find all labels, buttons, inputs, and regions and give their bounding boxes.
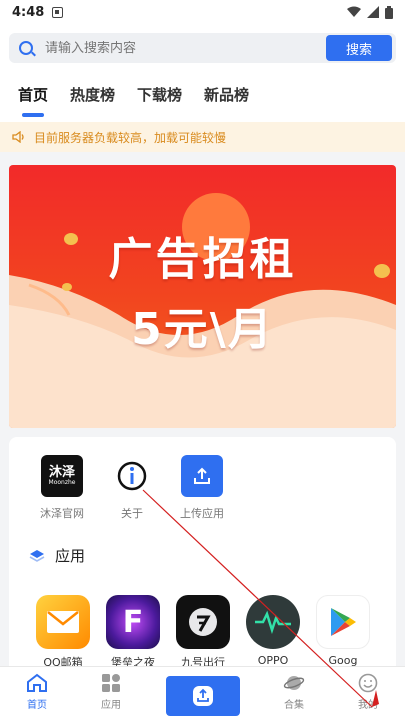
app-list: QQ邮箱 F 堡垒之夜 九号出行 OPPO Goog	[9, 595, 396, 669]
app-item-ninebot[interactable]: 九号出行	[168, 595, 238, 670]
upload-icon	[193, 686, 213, 706]
category-tabs: 首页 热度榜 下载榜 新品榜	[0, 72, 405, 122]
quick-about[interactable]: 关于	[102, 455, 162, 521]
tab-new[interactable]: 新品榜	[204, 84, 249, 111]
apps-grid-icon	[102, 674, 120, 692]
nav-label: 应用	[101, 700, 121, 711]
oppo-health-icon	[246, 595, 300, 649]
nav-mine[interactable]: 我的	[338, 673, 398, 711]
notice-text: 目前服务器负载较高，加载可能较慢	[34, 130, 227, 145]
search-bar: 搜索	[9, 33, 396, 63]
status-icons	[347, 5, 393, 19]
banner-title: 广告招租	[108, 234, 297, 285]
fortnite-icon: F	[106, 595, 160, 649]
tab-home[interactable]: 首页	[18, 84, 48, 111]
section-title: 应用	[55, 547, 86, 565]
speaker-icon	[12, 131, 26, 143]
quick-label: 上传应用	[180, 507, 224, 520]
sim-icon	[52, 6, 64, 18]
bottom-nav: 首页 应用 合集 我的	[0, 666, 405, 720]
home-icon	[27, 673, 47, 692]
app-item-oppo[interactable]: OPPO	[238, 595, 308, 667]
app-item-qqmail[interactable]: QQ邮箱	[28, 595, 98, 670]
banner-price: 5元\月	[131, 304, 274, 355]
app-item-fortnite[interactable]: F 堡垒之夜	[98, 595, 168, 670]
nav-home[interactable]: 首页	[7, 673, 67, 711]
status-bar: 4:48	[0, 0, 405, 24]
content-card: 沐泽 Moonzhe 沐泽官网 关于 上传应用 应用 QQ邮箱 F 堡垒之夜 九…	[9, 437, 396, 687]
app-item-google-play[interactable]: Goog	[308, 595, 378, 667]
info-icon	[111, 455, 153, 497]
quick-label: 沐泽官网	[40, 507, 84, 520]
ninebot-icon	[176, 595, 230, 649]
google-play-icon	[316, 595, 370, 649]
apps-section-header: 应用	[29, 545, 85, 566]
tab-downloads[interactable]: 下载榜	[137, 84, 182, 111]
search-icon	[19, 41, 33, 55]
tab-hot[interactable]: 热度榜	[70, 84, 115, 111]
moonzhe-logo-icon: 沐泽 Moonzhe	[41, 455, 83, 497]
layers-icon	[29, 549, 45, 562]
mail-icon	[36, 595, 90, 649]
quick-upload-app[interactable]: 上传应用	[172, 455, 232, 521]
nav-apps[interactable]: 应用	[81, 673, 141, 711]
nav-collection[interactable]: 合集	[264, 673, 324, 711]
nav-label: 首页	[27, 700, 47, 711]
signal-icon	[367, 6, 379, 18]
nav-label: 合集	[284, 700, 304, 711]
upload-button[interactable]	[166, 676, 240, 716]
quick-label: 关于	[121, 507, 143, 520]
planet-icon	[283, 676, 305, 690]
battery-icon	[385, 5, 393, 19]
notice-bar: 目前服务器负载较高，加载可能较慢	[0, 122, 405, 152]
upload-icon	[181, 455, 223, 497]
nav-label: 我的	[358, 700, 378, 711]
search-area: 搜索	[0, 24, 405, 72]
smiley-icon	[358, 673, 378, 693]
search-input[interactable]	[45, 40, 326, 56]
ad-banner[interactable]: 广告招租 5元\月	[9, 165, 396, 428]
wifi-icon	[347, 6, 361, 17]
status-time: 4:48	[12, 4, 45, 20]
search-button[interactable]: 搜索	[326, 35, 392, 61]
quick-official-site[interactable]: 沐泽 Moonzhe 沐泽官网	[32, 455, 92, 521]
